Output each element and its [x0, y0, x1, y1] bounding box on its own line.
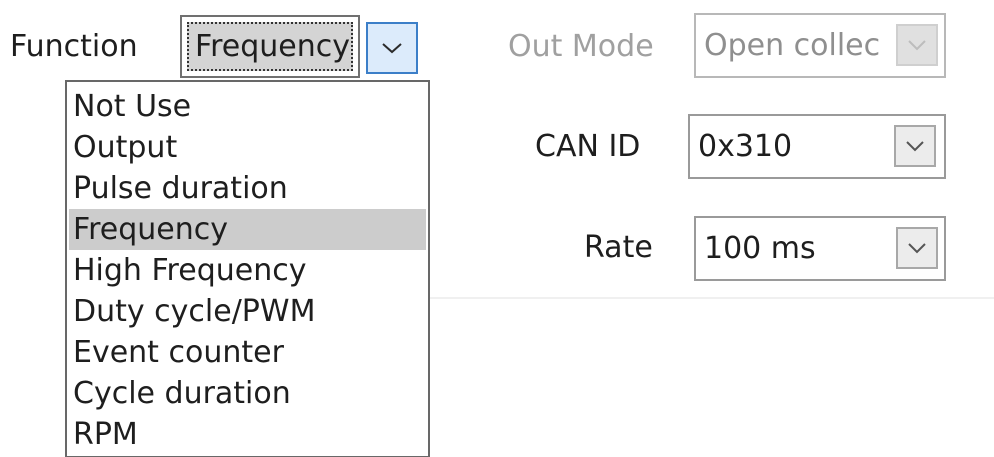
out-mode-value: Open collec — [704, 28, 881, 63]
function-value-box[interactable]: Frequency — [180, 15, 360, 78]
function-option[interactable]: Cycle duration — [69, 373, 426, 414]
divider — [430, 297, 994, 299]
can-id-combobox[interactable]: 0x310 — [688, 114, 946, 179]
out-mode-combobox: Open collec — [694, 13, 946, 78]
rate-dropdown-button[interactable] — [896, 227, 938, 269]
function-option[interactable]: Pulse duration — [69, 168, 426, 209]
out-mode-dropdown-button — [896, 24, 938, 66]
rate-combobox[interactable]: 100 ms — [694, 216, 946, 281]
chevron-down-icon — [381, 41, 403, 55]
function-option[interactable]: Output — [69, 127, 426, 168]
rate-value: 100 ms — [704, 231, 816, 266]
function-dropdown-button[interactable] — [366, 22, 418, 74]
rate-label: Rate — [584, 230, 653, 265]
can-id-label: CAN ID — [535, 129, 641, 164]
function-option[interactable]: Frequency — [69, 209, 426, 250]
chevron-down-icon — [907, 39, 927, 51]
chevron-down-icon — [905, 140, 925, 152]
chevron-down-icon — [907, 242, 927, 254]
function-selected-value: Frequency — [187, 22, 353, 71]
function-option[interactable]: High Frequency — [69, 250, 426, 291]
function-dropdown-list[interactable]: Not Use Output Pulse duration Frequency … — [65, 80, 430, 457]
can-id-value: 0x310 — [698, 129, 793, 164]
function-option[interactable]: Not Use — [69, 86, 426, 127]
function-option[interactable]: RPM — [69, 414, 426, 455]
function-option[interactable]: Duty cycle/PWM — [69, 291, 426, 332]
function-combobox[interactable]: Frequency — [180, 15, 430, 78]
can-id-dropdown-button[interactable] — [894, 125, 936, 167]
settings-panel: Function Frequency Out Mode Open collec … — [0, 0, 994, 457]
out-mode-label: Out Mode — [508, 29, 654, 64]
function-label: Function — [10, 29, 138, 64]
function-option[interactable]: Event counter — [69, 332, 426, 373]
